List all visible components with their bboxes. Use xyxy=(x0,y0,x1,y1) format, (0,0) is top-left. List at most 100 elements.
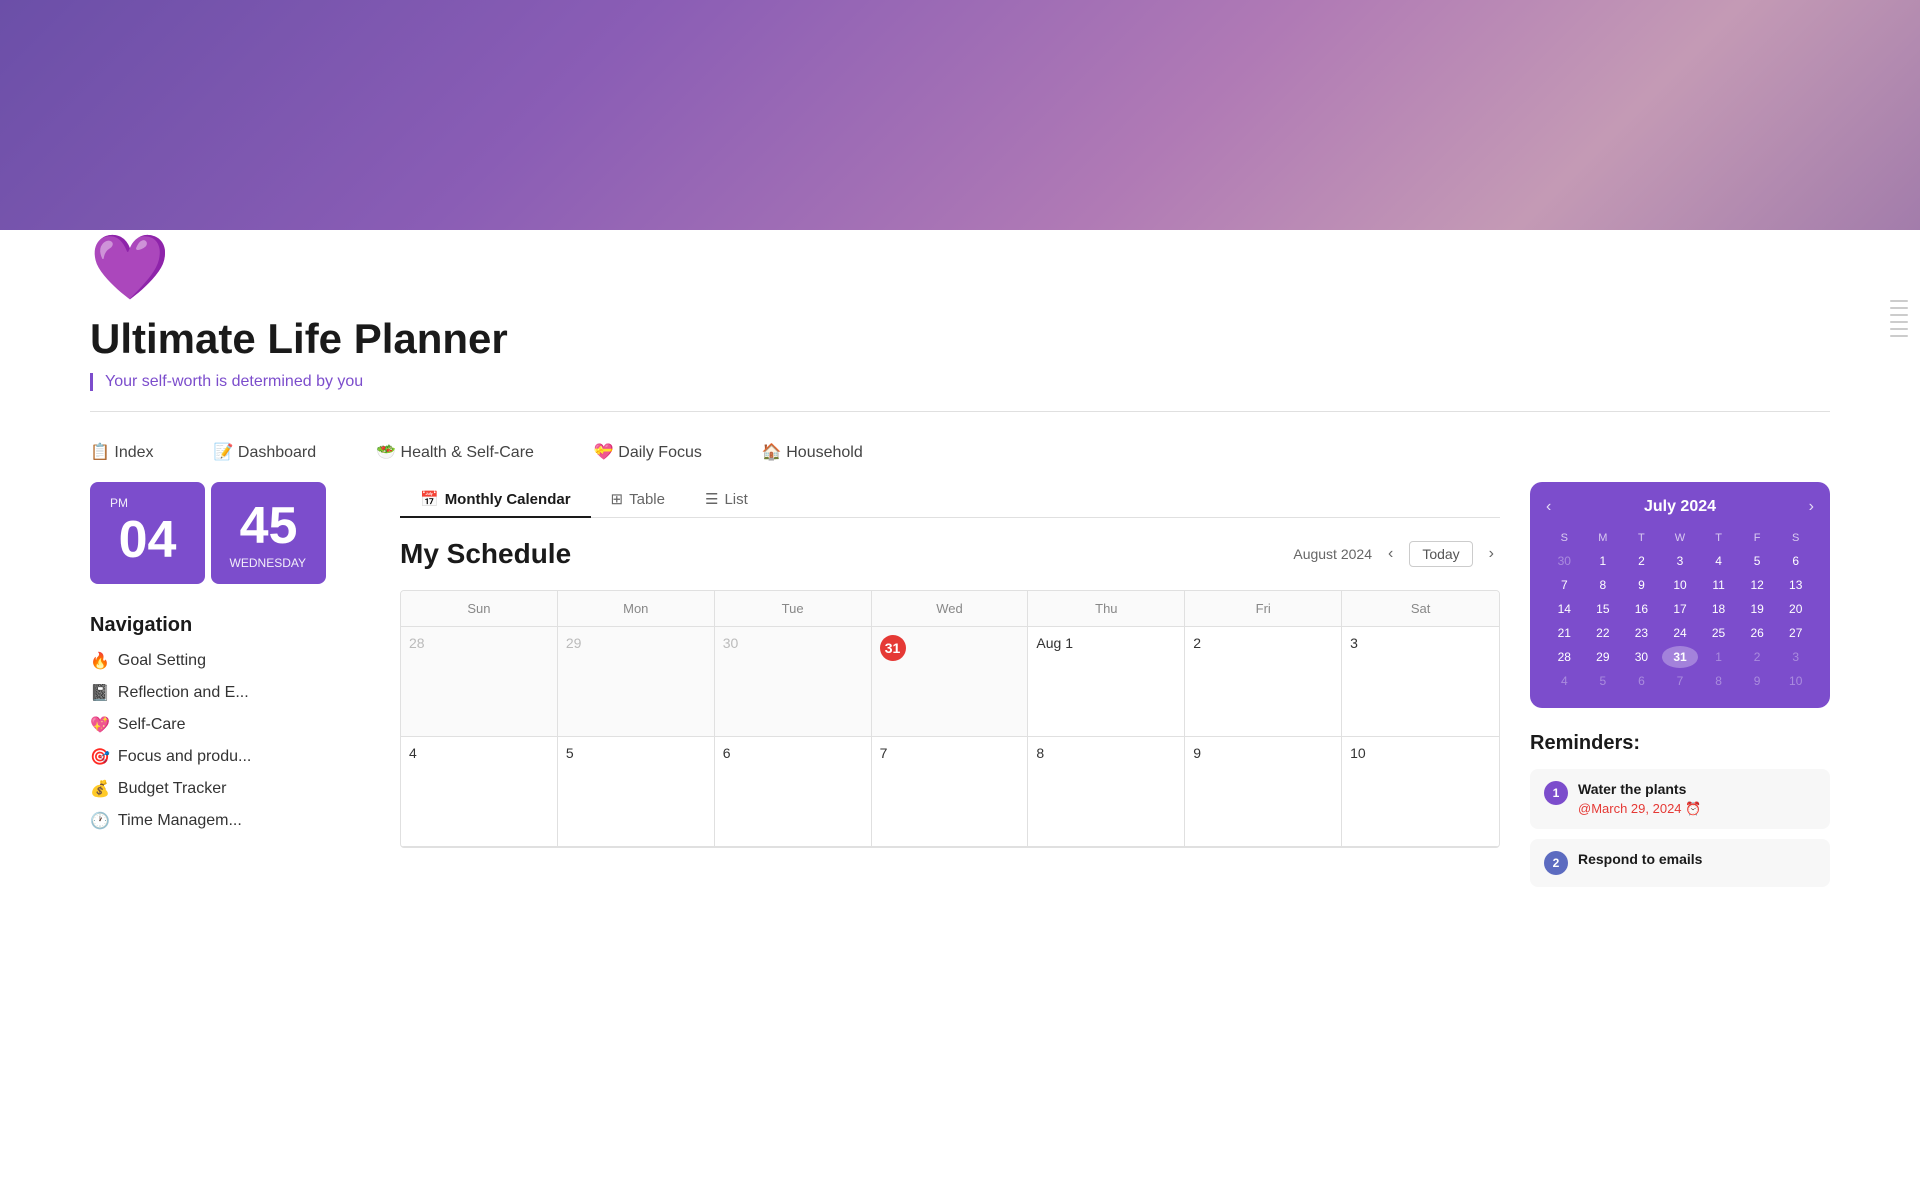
mini-cal-day[interactable]: 21 xyxy=(1546,622,1583,644)
mini-cal-day[interactable]: 4 xyxy=(1546,670,1583,692)
mini-prev-button[interactable]: ‹ xyxy=(1546,498,1551,516)
scrollbar-line xyxy=(1890,314,1908,316)
mini-cal-day[interactable]: 9 xyxy=(1739,670,1776,692)
mini-cal-header: ‹ July 2024 › xyxy=(1546,498,1814,516)
mini-cal-day-selected[interactable]: 31 xyxy=(1662,646,1699,668)
table-row[interactable]: 6 xyxy=(715,737,872,847)
mini-cal-day[interactable]: 20 xyxy=(1777,598,1814,620)
nav-list-item-focus[interactable]: 🎯 Focus and produ... xyxy=(90,747,370,767)
mini-cal-day[interactable]: 24 xyxy=(1662,622,1699,644)
scrollbar-line xyxy=(1890,328,1908,330)
mini-cal-day[interactable]: 18 xyxy=(1700,598,1737,620)
page-icon: 💜 xyxy=(90,230,1830,305)
mini-cal-title: July 2024 xyxy=(1644,498,1716,516)
reminder-name-1: Water the plants xyxy=(1578,781,1816,797)
table-row[interactable]: 3 xyxy=(1342,627,1499,737)
mini-cal-day[interactable]: 7 xyxy=(1662,670,1699,692)
mini-cal-day[interactable]: 16 xyxy=(1623,598,1660,620)
table-row[interactable]: 7 xyxy=(872,737,1029,847)
schedule-header: My Schedule August 2024 ‹ Today › xyxy=(400,538,1500,570)
nav-item-dashboard[interactable]: 📝 Dashboard xyxy=(214,442,317,462)
mini-cal-day[interactable]: 3 xyxy=(1662,550,1699,572)
time-icon: 🕐 xyxy=(90,811,110,831)
mini-cal-day[interactable]: 12 xyxy=(1739,574,1776,596)
mini-cal-day[interactable]: 23 xyxy=(1623,622,1660,644)
mini-cal-day[interactable]: 27 xyxy=(1777,622,1814,644)
mini-cal-day[interactable]: 10 xyxy=(1662,574,1699,596)
mini-cal-day[interactable]: 4 xyxy=(1700,550,1737,572)
mini-cal-grid: S M T W T F S 30 1 2 3 4 5 6 7 xyxy=(1546,528,1814,692)
mini-cal-day[interactable]: 17 xyxy=(1662,598,1699,620)
header-banner xyxy=(0,0,1920,260)
mini-cal-day[interactable]: 8 xyxy=(1700,670,1737,692)
table-row[interactable]: 31 xyxy=(872,627,1029,737)
mini-cal-day[interactable]: 28 xyxy=(1546,646,1583,668)
table-row[interactable]: 2 xyxy=(1185,627,1342,737)
table-row[interactable]: 8 xyxy=(1028,737,1185,847)
table-row[interactable]: 30 xyxy=(715,627,872,737)
mini-cal-day[interactable]: 7 xyxy=(1546,574,1583,596)
mini-cal-day[interactable]: 14 xyxy=(1546,598,1583,620)
clock-minute-display: 45 WEDNESDAY xyxy=(211,482,326,584)
mini-cal-day[interactable]: 5 xyxy=(1585,670,1622,692)
mini-cal-day[interactable]: 3 xyxy=(1777,646,1814,668)
tab-monthly-calendar[interactable]: 📅 Monthly Calendar xyxy=(400,482,591,518)
mini-cal-day[interactable]: 9 xyxy=(1623,574,1660,596)
mini-cal-day[interactable]: 2 xyxy=(1623,550,1660,572)
list-label: List xyxy=(724,491,747,508)
mini-next-button[interactable]: › xyxy=(1809,498,1814,516)
nav-item-daily-focus[interactable]: 💝 Daily Focus xyxy=(594,442,702,462)
nav-list-item-budget[interactable]: 💰 Budget Tracker xyxy=(90,779,370,799)
budget-label: Budget Tracker xyxy=(118,780,227,798)
next-month-button[interactable]: › xyxy=(1483,543,1500,565)
mini-cal-day[interactable]: 26 xyxy=(1739,622,1776,644)
clock-hour-value: 04 xyxy=(119,510,177,570)
mini-cal-day[interactable]: 15 xyxy=(1585,598,1622,620)
prev-month-button[interactable]: ‹ xyxy=(1382,543,1399,565)
nav-list-item-goal-setting[interactable]: 🔥 Goal Setting xyxy=(90,651,370,671)
table-row[interactable]: 9 xyxy=(1185,737,1342,847)
today-button[interactable]: Today xyxy=(1409,541,1472,567)
reminder-name-2: Respond to emails xyxy=(1578,851,1816,867)
mini-cal-day[interactable]: 11 xyxy=(1700,574,1737,596)
mini-cal-day[interactable]: 30 xyxy=(1623,646,1660,668)
table-icon: ⊞ xyxy=(611,490,624,508)
nav-item-index[interactable]: 📋 Index xyxy=(90,442,154,462)
table-row[interactable]: 5 xyxy=(558,737,715,847)
nav-item-health[interactable]: 🥗 Health & Self-Care xyxy=(376,442,534,462)
table-row[interactable]: 29 xyxy=(558,627,715,737)
scrollbar[interactable] xyxy=(1890,300,1908,337)
mini-cal-day[interactable]: 29 xyxy=(1585,646,1622,668)
nav-list-item-reflection[interactable]: 📓 Reflection and E... xyxy=(90,683,370,703)
reminder-num-1: 1 xyxy=(1544,781,1568,805)
mini-cal-day[interactable]: 6 xyxy=(1623,670,1660,692)
mini-cal-day[interactable]: 10 xyxy=(1777,670,1814,692)
nav-item-household[interactable]: 🏠 Household xyxy=(762,442,863,462)
mini-cal-day[interactable]: 25 xyxy=(1700,622,1737,644)
table-row[interactable]: Aug 1 xyxy=(1028,627,1185,737)
mini-cal-day[interactable]: 5 xyxy=(1739,550,1776,572)
mini-cal-day[interactable]: 1 xyxy=(1700,646,1737,668)
table-row[interactable]: 4 xyxy=(401,737,558,847)
nav-list-item-time[interactable]: 🕐 Time Managem... xyxy=(90,811,370,831)
mini-cal-day[interactable]: 1 xyxy=(1585,550,1622,572)
clock-pm-label: PM xyxy=(106,496,189,510)
tab-table[interactable]: ⊞ Table xyxy=(591,482,685,518)
mini-cal-day[interactable]: 2 xyxy=(1739,646,1776,668)
nav-list-item-self-care[interactable]: 💖 Self-Care xyxy=(90,715,370,735)
mini-cal-day[interactable]: 22 xyxy=(1585,622,1622,644)
mini-cal-day[interactable]: 8 xyxy=(1585,574,1622,596)
table-row[interactable]: 28 xyxy=(401,627,558,737)
goal-setting-icon: 🔥 xyxy=(90,651,110,671)
self-care-icon: 💖 xyxy=(90,715,110,735)
mini-cal-day[interactable]: 13 xyxy=(1777,574,1814,596)
list-icon: ☰ xyxy=(705,490,718,508)
mini-cal-day[interactable]: 30 xyxy=(1546,550,1583,572)
mini-cal-day[interactable]: 6 xyxy=(1777,550,1814,572)
col-thu: Thu xyxy=(1028,591,1185,627)
mini-day-header-f: F xyxy=(1739,528,1776,548)
tab-list[interactable]: ☰ List xyxy=(685,482,768,518)
mini-cal-day[interactable]: 19 xyxy=(1739,598,1776,620)
mini-calendar: ‹ July 2024 › S M T W T F S 30 1 2 xyxy=(1530,482,1830,708)
table-row[interactable]: 10 xyxy=(1342,737,1499,847)
